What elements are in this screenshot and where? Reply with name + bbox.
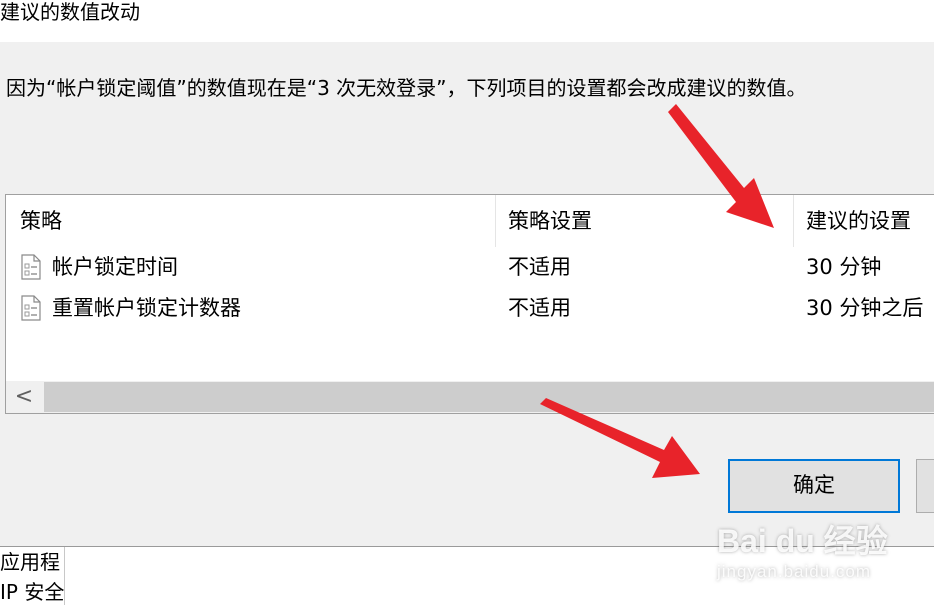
column-header-suggested-setting[interactable]: 建议的设置 — [794, 195, 934, 247]
column-header-policy-setting[interactable]: 策略设置 — [496, 195, 794, 247]
suggested-setting: 30 分钟之后 — [806, 296, 924, 320]
list-item[interactable]: 帐户锁定时间 不适用 30 分钟 — [6, 247, 934, 287]
background-window: 应用程 IP 安全 — [0, 546, 934, 605]
dialog-titlebar: 建议的数值改动 — [0, 0, 934, 42]
policy-icon — [20, 254, 42, 280]
column-header-policy[interactable]: 策略 — [6, 195, 496, 247]
suggested-setting: 30 分钟 — [806, 255, 882, 279]
policy-setting: 不适用 — [508, 296, 571, 320]
scroll-left-arrow-icon[interactable]: < — [6, 381, 42, 413]
policy-name: 重置帐户锁定计数器 — [52, 296, 241, 320]
background-tree-item[interactable]: 应用程 — [0, 547, 64, 577]
policy-name: 帐户锁定时间 — [52, 255, 178, 279]
policy-icon — [20, 295, 42, 321]
cancel-button[interactable] — [916, 459, 934, 513]
dialog-message: 因为“帐户锁定阈值”的数值现在是“3 次无效登录”，下列项目的设置都会改成建议的… — [6, 76, 807, 100]
policy-setting: 不适用 — [508, 255, 571, 279]
horizontal-scrollbar[interactable]: < — [6, 381, 934, 413]
policy-list[interactable]: 策略 策略设置 建议的设置 帐户锁定时间 不适用 30 分钟 重置帐户锁定计数器… — [5, 194, 934, 414]
background-tree-panel: 应用程 IP 安全 — [0, 547, 65, 605]
list-item[interactable]: 重置帐户锁定计数器 不适用 30 分钟之后 — [6, 288, 934, 328]
dialog-title: 建议的数值改动 — [0, 0, 140, 24]
ok-button[interactable]: 确定 — [728, 459, 900, 513]
list-header: 策略 策略设置 建议的设置 — [6, 195, 934, 247]
background-tree-item[interactable]: IP 安全 — [0, 577, 64, 605]
scrollbar-thumb[interactable] — [44, 382, 934, 412]
